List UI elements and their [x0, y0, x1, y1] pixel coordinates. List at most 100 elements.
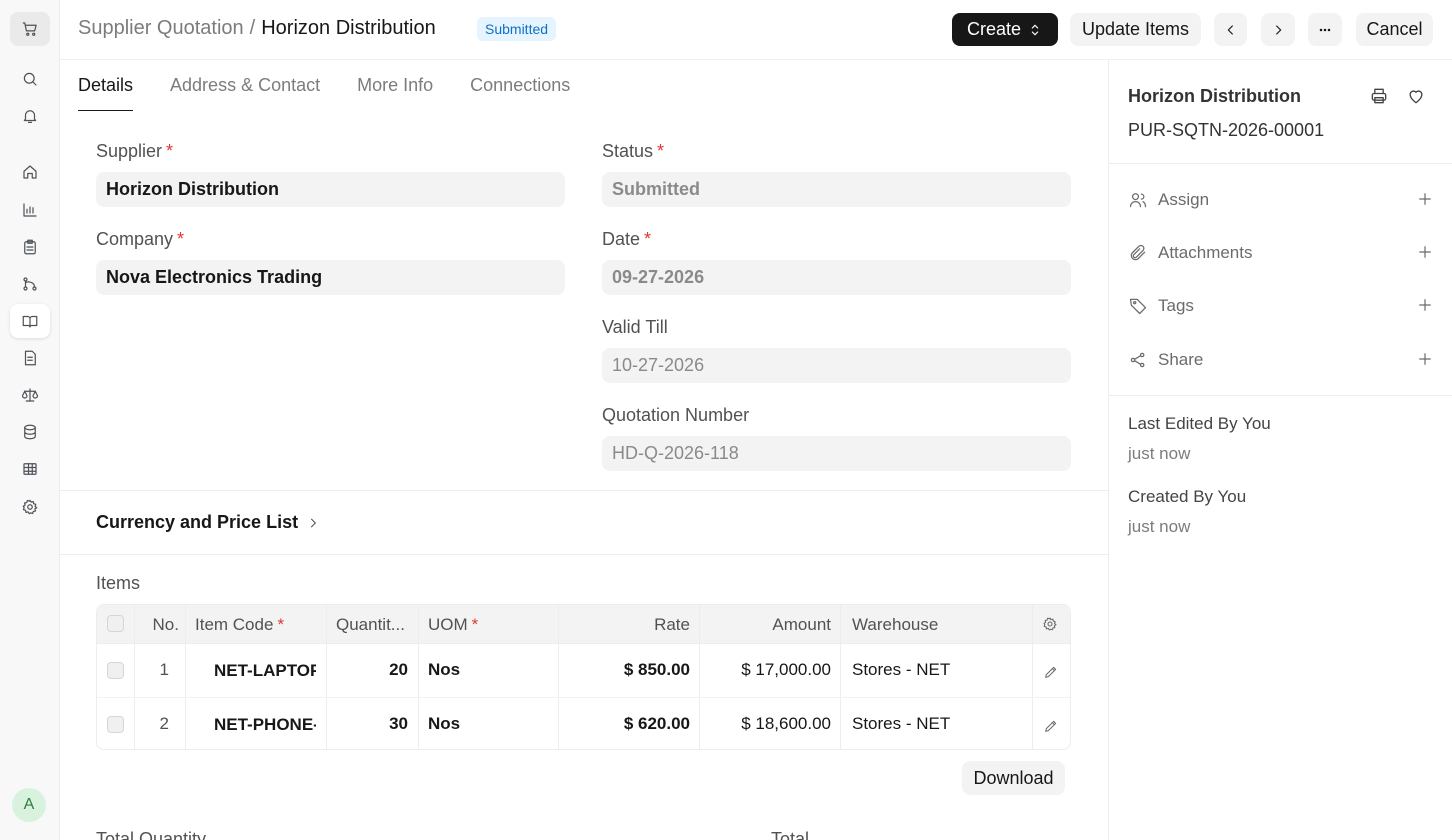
column-header-warehouse: Warehouse	[852, 615, 939, 634]
quantity-cell[interactable]: 30	[336, 714, 408, 734]
download-button[interactable]: Download	[962, 761, 1065, 795]
supplier-label: Supplier *	[96, 141, 173, 162]
home-icon[interactable]	[10, 155, 50, 189]
tab-connections[interactable]: Connections	[470, 60, 570, 111]
status-field: Submitted	[602, 172, 1071, 207]
column-header-rate: Rate	[654, 615, 690, 634]
table-row[interactable]: 1 NET-LAPTOP 20 Nos $ 850.00 $ 17,000.00…	[97, 644, 1070, 698]
amount-cell: $ 18,600.00	[741, 714, 831, 733]
previous-doc-button[interactable]	[1214, 13, 1247, 46]
company-label-text: Company	[96, 229, 174, 249]
required-mark: *	[644, 229, 652, 249]
row-checkbox[interactable]	[107, 662, 124, 679]
table-header: No. Item Code * Quantit... UOM * Rate Amou…	[97, 605, 1070, 644]
search-icon[interactable]	[10, 62, 50, 96]
edit-row-pencil-icon[interactable]	[1043, 718, 1059, 739]
required-mark: *	[166, 141, 174, 161]
add-tag-plus-icon[interactable]	[1416, 296, 1434, 319]
quotation-number-field: HD-Q-2026-118	[602, 436, 1071, 471]
tab-details[interactable]: Details	[78, 60, 134, 111]
users-icon	[1128, 190, 1148, 210]
app-sidebar-rail: A	[0, 0, 60, 840]
warehouse-cell[interactable]: Stores - NET	[852, 714, 1022, 734]
database-icon[interactable]	[10, 415, 50, 449]
add-attachment-plus-icon[interactable]	[1416, 243, 1434, 266]
rate-cell[interactable]: $ 850.00	[562, 660, 690, 680]
document-sidebar: Horizon Distribution PUR-SQTN-2026-00001…	[1108, 60, 1452, 840]
settings-gear-icon[interactable]	[10, 490, 50, 524]
tab-address-contact[interactable]: Address & Contact	[170, 60, 320, 111]
section-divider	[60, 490, 1108, 491]
total-label: Total	[771, 829, 810, 840]
warehouse-cell[interactable]: Stores - NET	[852, 660, 1022, 680]
column-settings-gear-icon[interactable]	[1042, 616, 1058, 637]
create-button[interactable]: Create	[952, 13, 1058, 46]
cancel-button[interactable]: Cancel	[1356, 13, 1433, 46]
uom-cell[interactable]: Nos	[428, 660, 548, 680]
git-branch-icon[interactable]	[10, 267, 50, 301]
amount-cell: $ 17,000.00	[741, 660, 831, 679]
last-edited-label: Last Edited By You	[1128, 414, 1271, 433]
item-code-cell[interactable]: NET-LAPTOP	[214, 661, 316, 681]
supplier-field[interactable]: Horizon Distribution	[96, 172, 565, 207]
total-quantity-label: Total Quantity	[96, 829, 207, 840]
user-avatar[interactable]: A	[12, 788, 46, 822]
column-header-uom: UOM *	[428, 615, 548, 635]
date-label-text: Date	[602, 229, 641, 249]
quantity-cell[interactable]: 20	[336, 660, 408, 680]
sidebar-attachments[interactable]: Attachments	[1128, 241, 1434, 265]
bell-icon[interactable]	[10, 99, 50, 133]
book-open-icon[interactable]	[10, 304, 50, 338]
table-row[interactable]: 2 NET-PHONE- 30 Nos $ 620.00 $ 18,600.00…	[97, 698, 1070, 749]
created-label: Created By You	[1128, 487, 1247, 506]
heart-icon[interactable]	[1406, 86, 1428, 108]
column-header-item-code: Item Code *	[195, 615, 325, 635]
status-label-text: Status	[602, 141, 654, 161]
row-number: 1	[159, 660, 169, 679]
quotation-number-label: Quotation Number	[602, 405, 750, 425]
ellipsis-icon	[1317, 22, 1333, 38]
company-field[interactable]: Nova Electronics Trading	[96, 260, 565, 295]
edit-row-pencil-icon[interactable]	[1043, 664, 1059, 685]
assign-label: Assign	[1158, 190, 1210, 209]
breadcrumb: Supplier Quotation / Horizon Distribution	[78, 17, 436, 40]
required-mark: *	[657, 141, 665, 161]
clipboard-icon[interactable]	[10, 230, 50, 264]
breadcrumb-parent-link[interactable]: Supplier Quotation	[78, 17, 244, 39]
column-header-quantity: Quantit...	[336, 615, 405, 634]
form-tabs: Details Address & Contact More Info Conn…	[78, 60, 607, 112]
tab-more-info[interactable]: More Info	[357, 60, 433, 111]
chevron-right-icon	[298, 516, 320, 530]
date-field: 09-27-2026	[602, 260, 1071, 295]
sidebar-tags[interactable]: Tags	[1128, 294, 1434, 318]
section-divider	[60, 554, 1108, 555]
bar-chart-icon[interactable]	[10, 193, 50, 227]
scale-icon[interactable]	[10, 378, 50, 412]
uom-header-text: UOM	[428, 615, 468, 634]
update-items-button[interactable]: Update Items	[1070, 13, 1201, 46]
next-doc-button[interactable]	[1261, 13, 1295, 46]
required-mark: *	[471, 615, 479, 634]
table-icon[interactable]	[10, 452, 50, 486]
chevron-left-icon	[1223, 22, 1239, 38]
add-assign-plus-icon[interactable]	[1416, 190, 1434, 213]
uom-cell[interactable]: Nos	[428, 714, 548, 734]
item-code-cell[interactable]: NET-PHONE-	[214, 715, 316, 735]
rate-cell[interactable]: $ 620.00	[562, 714, 690, 734]
add-share-plus-icon[interactable]	[1416, 350, 1434, 373]
column-header-no: No.	[152, 615, 179, 634]
tags-label: Tags	[1158, 296, 1194, 315]
required-mark: *	[277, 615, 285, 634]
cart-logo-icon[interactable]	[10, 12, 50, 46]
sidebar-share[interactable]: Share	[1128, 348, 1434, 372]
sidebar-doc-id: PUR-SQTN-2026-00001	[1128, 120, 1325, 140]
currency-price-list-section[interactable]: Currency and Price List	[96, 512, 320, 533]
valid-till-field: 10-27-2026	[602, 348, 1071, 383]
printer-icon[interactable]	[1369, 86, 1391, 108]
row-checkbox[interactable]	[107, 716, 124, 733]
document-icon[interactable]	[10, 341, 50, 375]
more-actions-button[interactable]	[1308, 13, 1342, 46]
sidebar-assign[interactable]: Assign	[1128, 188, 1434, 212]
status-label: Status *	[602, 141, 664, 162]
select-all-checkbox[interactable]	[107, 615, 124, 632]
